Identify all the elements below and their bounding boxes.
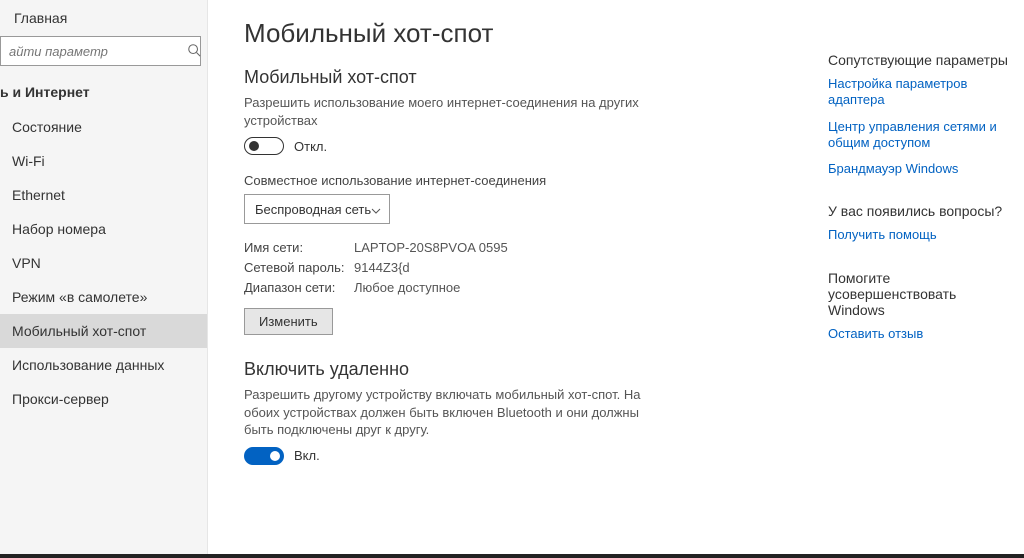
sidebar-item[interactable]: Набор номера: [0, 212, 207, 246]
hotspot-toggle[interactable]: [244, 137, 284, 155]
sidebar-item[interactable]: Ethernet: [0, 178, 207, 212]
page-title: Мобильный хот-спот: [244, 18, 804, 49]
chevron-down-icon: [371, 204, 381, 214]
network-pass-val: 9144Z3{d: [354, 260, 410, 275]
related-link-adapter[interactable]: Настройка параметров адаптера: [828, 76, 1012, 109]
related-link-network-center[interactable]: Центр управления сетями и общим доступом: [828, 119, 1012, 152]
hotspot-desc: Разрешить использование моего интернет-с…: [244, 94, 664, 129]
network-name-key: Имя сети:: [244, 240, 354, 255]
help-title: У вас появились вопросы?: [828, 203, 1012, 219]
sidebar-item[interactable]: VPN: [0, 246, 207, 280]
sidebar-item[interactable]: Wi-Fi: [0, 144, 207, 178]
sharing-label: Совместное использование интернет-соедин…: [244, 173, 664, 188]
right-rail: Сопутствующие параметры Настройка параме…: [824, 0, 1024, 558]
home-link[interactable]: Главная: [0, 6, 207, 36]
nav-list: СостояниеWi-FiEthernetНабор номераVPNРеж…: [0, 110, 207, 416]
remote-toggle-label: Вкл.: [294, 448, 320, 463]
network-band-val: Любое доступное: [354, 280, 460, 295]
remote-toggle[interactable]: [244, 447, 284, 465]
search-input[interactable]: [9, 44, 187, 59]
feedback-link[interactable]: Оставить отзыв: [828, 326, 1012, 342]
hotspot-heading: Мобильный хот-спот: [244, 67, 664, 88]
search-box[interactable]: [0, 36, 201, 66]
taskbar[interactable]: [0, 554, 1024, 558]
category-title: ь и Интернет: [0, 76, 207, 110]
hotspot-toggle-label: Откл.: [294, 139, 327, 154]
help-link[interactable]: Получить помощь: [828, 227, 1012, 243]
search-icon: [187, 43, 201, 60]
feedback-title: Помогите усовершенствовать Windows: [828, 270, 1012, 318]
network-band-key: Диапазон сети:: [244, 280, 354, 295]
sidebar-item[interactable]: Прокси-сервер: [0, 382, 207, 416]
sidebar-item[interactable]: Мобильный хот-спот: [0, 314, 207, 348]
sharing-selected: Беспроводная сеть: [255, 202, 371, 217]
network-name-val: LAPTOP-20S8PVOA 0595: [354, 240, 508, 255]
related-title: Сопутствующие параметры: [828, 52, 1012, 68]
remote-heading: Включить удаленно: [244, 359, 664, 380]
related-link-firewall[interactable]: Брандмауэр Windows: [828, 161, 1012, 177]
sidebar: Главная ь и Интернет СостояниеWi-FiEther…: [0, 0, 208, 558]
sharing-dropdown[interactable]: Беспроводная сеть: [244, 194, 390, 224]
sidebar-item[interactable]: Состояние: [0, 110, 207, 144]
remote-desc: Разрешить другому устройству включать мо…: [244, 386, 664, 439]
edit-button[interactable]: Изменить: [244, 308, 333, 335]
network-pass-key: Сетевой пароль:: [244, 260, 354, 275]
sidebar-item[interactable]: Использование данных: [0, 348, 207, 382]
main-content: Мобильный хот-спот Мобильный хот-спот Ра…: [208, 0, 824, 558]
sidebar-item[interactable]: Режим «в самолете»: [0, 280, 207, 314]
